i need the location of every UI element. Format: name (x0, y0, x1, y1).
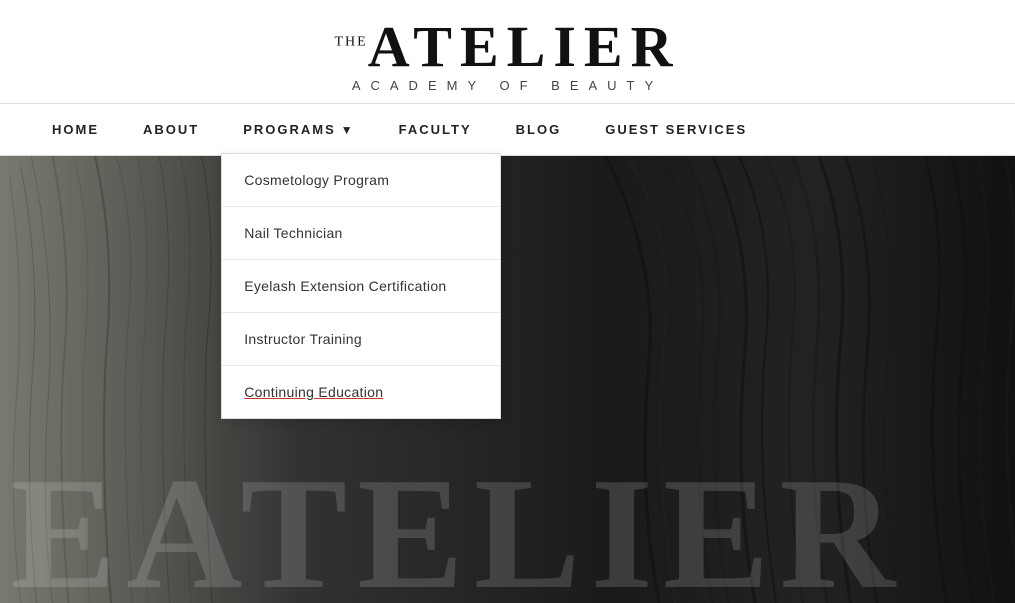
logo-main: THEATELIER (335, 14, 681, 79)
dropdown-item-nail-tech[interactable]: Nail Technician (222, 207, 500, 260)
nav-item-home[interactable]: HOME (30, 106, 121, 153)
page-layout: THEATELIER ACADEMY OF BEAUTY HOME ABOUT … (0, 0, 1015, 603)
logo[interactable]: THEATELIER ACADEMY OF BEAUTY (0, 18, 1015, 93)
nav-item-about[interactable]: ABOUT (121, 106, 221, 153)
programs-dropdown: Cosmetology Program Nail Technician Eyel… (221, 153, 501, 419)
chevron-down-icon: ▼ (341, 123, 355, 137)
nav-item-guest-services[interactable]: GUEST SERVICES (583, 106, 769, 153)
site-header: THEATELIER ACADEMY OF BEAUTY (0, 0, 1015, 104)
hero-section: EATELIER (0, 156, 1015, 603)
nav-item-blog[interactable]: BLOG (494, 106, 584, 153)
dropdown-item-continuing-edu[interactable]: Continuing Education (222, 366, 500, 418)
hero-bg: EATELIER (0, 156, 1015, 603)
nav-bar: HOME ABOUT PROGRAMS ▼ Cosmetology Progra… (0, 104, 1015, 156)
dropdown-item-eyelash[interactable]: Eyelash Extension Certification (222, 260, 500, 313)
programs-label: PROGRAMS (243, 122, 336, 137)
nav-item-programs-wrapper: PROGRAMS ▼ Cosmetology Program Nail Tech… (221, 106, 376, 153)
nav-item-faculty[interactable]: FACULTY (377, 106, 494, 153)
nav-item-programs[interactable]: PROGRAMS ▼ (221, 106, 376, 153)
dropdown-item-cosmetology[interactable]: Cosmetology Program (222, 154, 500, 207)
logo-the: THE (335, 35, 368, 50)
dropdown-item-instructor[interactable]: Instructor Training (222, 313, 500, 366)
logo-sub: ACADEMY OF BEAUTY (0, 78, 1015, 93)
main-nav: HOME ABOUT PROGRAMS ▼ Cosmetology Progra… (0, 104, 1015, 156)
